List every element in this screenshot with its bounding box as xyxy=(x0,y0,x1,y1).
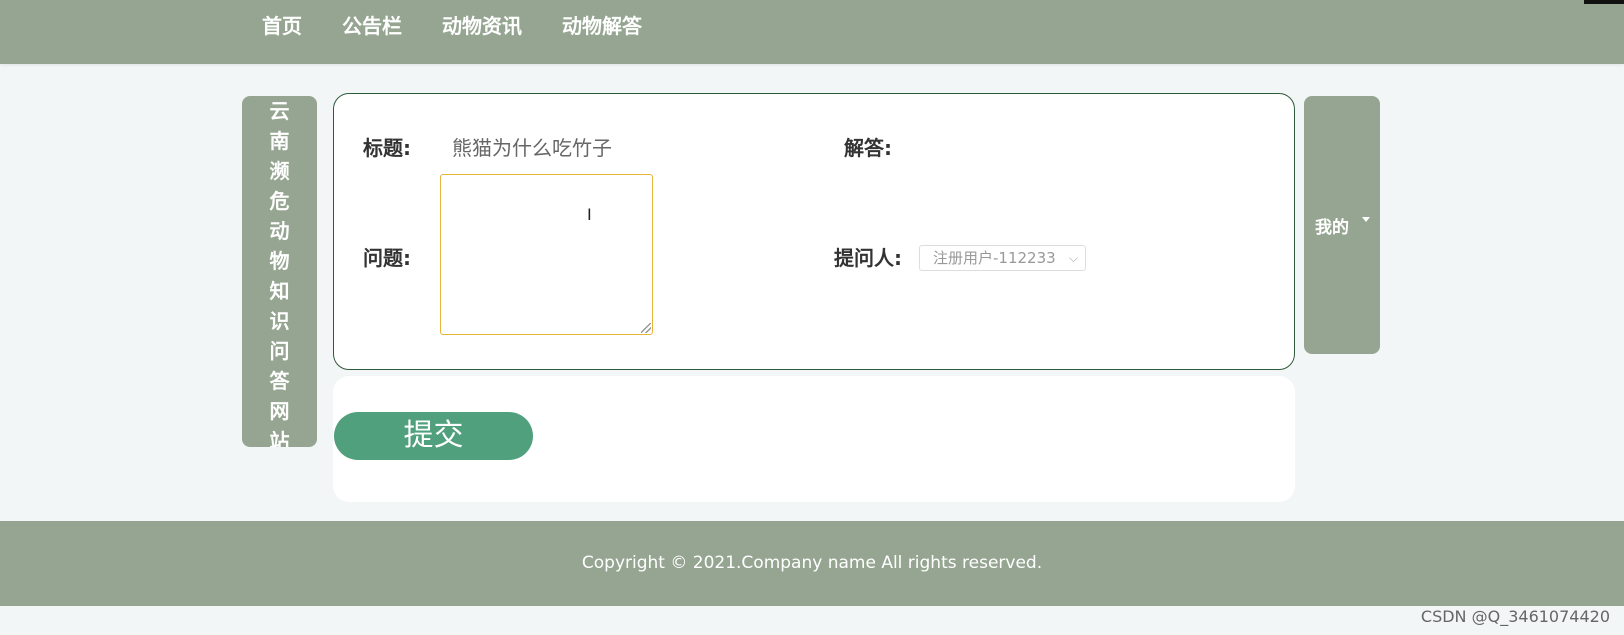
nav-item-animal-answers[interactable]: 动物解答 xyxy=(562,12,642,40)
footer-copyright: Copyright © 2021.Company name All rights… xyxy=(581,553,1043,573)
asker-select-value: 注册用户-112233 xyxy=(933,249,1056,267)
user-menu-dropdown[interactable]: 我的 xyxy=(1304,96,1380,354)
question-form-card: 标题: 熊猫为什么吃竹子 问题: I 解答: 提问人: 注册用户-112233 … xyxy=(333,93,1295,370)
site-title-char: 南 xyxy=(269,129,290,153)
site-title-char: 识 xyxy=(269,309,290,333)
site-title-char: 答 xyxy=(269,369,290,393)
answer-label: 解答: xyxy=(844,136,892,160)
chevron-down-icon: ⌵ xyxy=(1068,251,1078,265)
corner-mark xyxy=(1584,0,1624,4)
site-title-panel: 云 南 濒 危 动 物 知 识 问 答 网 站 xyxy=(242,96,317,447)
top-navigation-bar: 首页 公告栏 动物资讯 动物解答 xyxy=(0,0,1624,64)
resize-grip-icon[interactable] xyxy=(641,323,651,333)
site-title-char: 濒 xyxy=(269,159,290,183)
site-title-char: 站 xyxy=(269,429,290,447)
text-cursor-icon: I xyxy=(587,205,592,224)
site-title-char: 云 xyxy=(269,99,290,123)
title-value[interactable]: 熊猫为什么吃竹子 xyxy=(452,134,612,162)
site-title-char: 动 xyxy=(269,219,290,243)
asker-label: 提问人: xyxy=(834,246,902,270)
user-menu-label: 我的 xyxy=(1315,218,1349,238)
question-textarea[interactable]: I xyxy=(440,174,653,335)
nav-item-home[interactable]: 首页 xyxy=(262,12,302,40)
site-title-char: 问 xyxy=(269,339,290,363)
submit-button[interactable]: 提交 xyxy=(334,412,533,460)
title-label: 标题: xyxy=(363,136,411,160)
asker-select[interactable]: 注册用户-112233 ⌵ xyxy=(919,245,1086,271)
site-title-char: 知 xyxy=(269,279,290,303)
watermark: CSDN @Q_3461074420 xyxy=(1420,607,1610,626)
nav-item-bulletin[interactable]: 公告栏 xyxy=(342,12,402,40)
footer: Copyright © 2021.Company name All rights… xyxy=(0,521,1624,606)
site-title-char: 危 xyxy=(269,189,290,213)
site-title-char: 物 xyxy=(269,249,290,273)
nav-item-animal-news[interactable]: 动物资讯 xyxy=(442,12,522,40)
caret-down-icon xyxy=(1362,217,1370,222)
submit-area: 提交 xyxy=(333,376,1295,502)
question-label: 问题: xyxy=(363,246,411,270)
site-title-char: 网 xyxy=(269,399,290,423)
